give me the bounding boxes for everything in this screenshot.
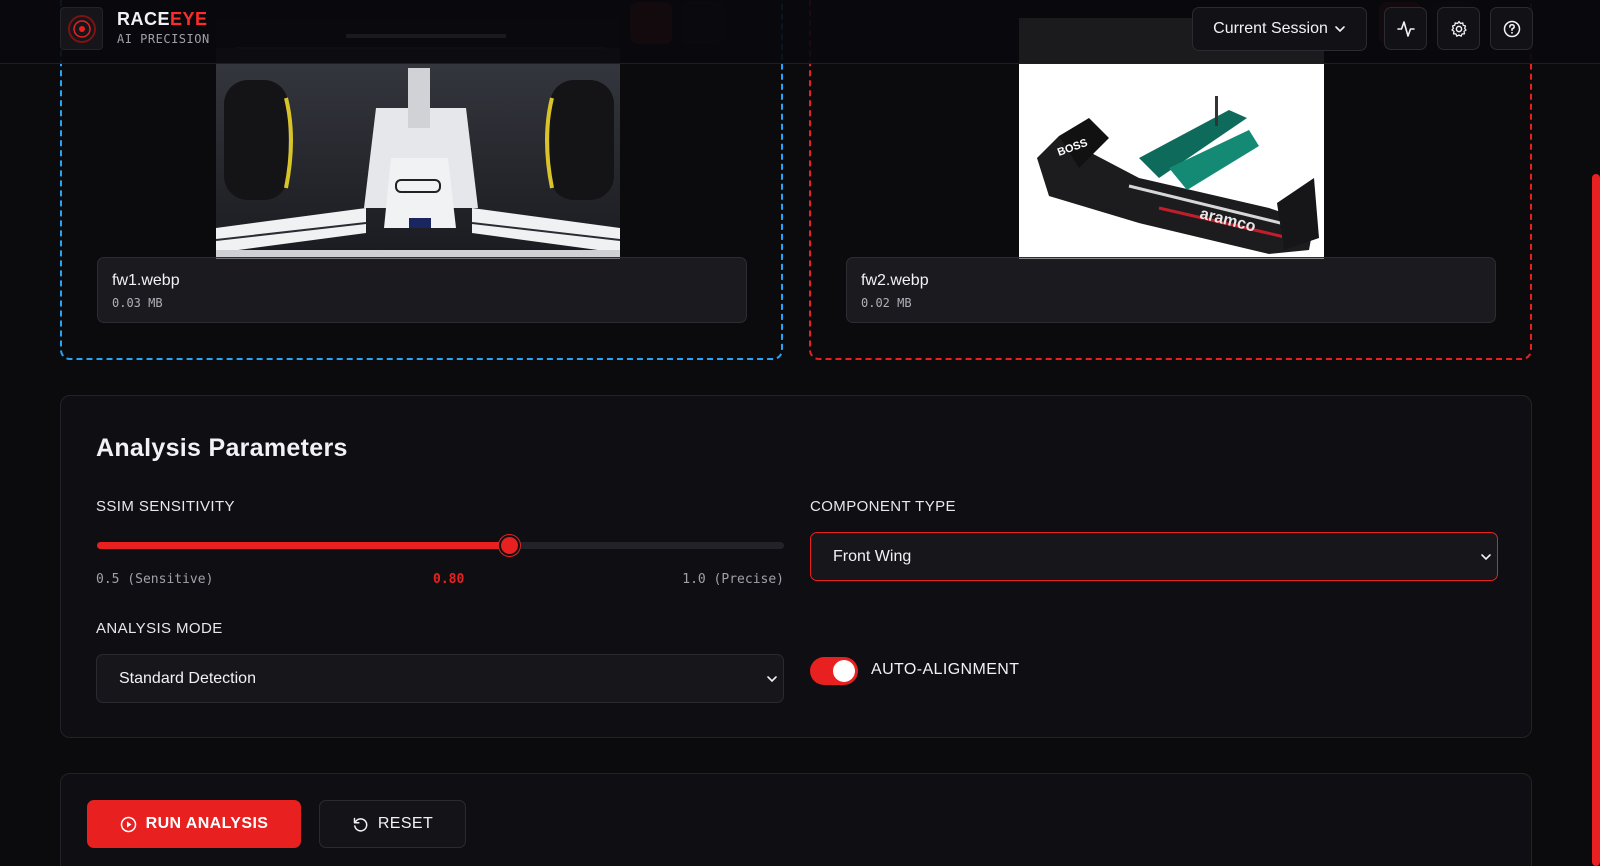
auto-alignment-toggle[interactable]	[810, 657, 858, 685]
panel-title: Analysis Parameters	[96, 434, 348, 462]
slider-thumb[interactable]	[499, 535, 521, 556]
brand-title: RACEEYE	[117, 9, 208, 29]
session-dropdown[interactable]: Current Session	[1192, 7, 1367, 51]
file-size: 0.02 MB	[861, 296, 912, 310]
slider-fill	[97, 542, 510, 549]
chevron-down-icon	[767, 676, 777, 683]
activity-button[interactable]	[1384, 7, 1427, 50]
settings-button[interactable]	[1437, 7, 1480, 50]
auto-alignment-label: AUTO-ALIGNMENT	[871, 661, 1020, 678]
reset-label: RESET	[377, 815, 434, 832]
file-name: fw1.webp	[112, 272, 180, 289]
component-type-select[interactable]: Front Wing	[810, 532, 1498, 581]
slider-value: 0.80	[433, 572, 465, 587]
analysis-mode-select[interactable]: Standard Detection	[96, 654, 784, 703]
ssim-label: SSIM SENSITIVITY	[96, 498, 235, 515]
run-analysis-label: RUN ANALYSIS	[145, 815, 269, 832]
chevron-down-icon	[1335, 26, 1345, 33]
slider-min-label: 0.5 (Sensitive)	[96, 572, 214, 587]
brand: RACEEYE AI PRECISION	[117, 9, 210, 46]
tyre-logo-icon	[67, 14, 96, 43]
analysis-mode-value: Standard Detection	[119, 669, 256, 687]
help-icon	[1503, 20, 1520, 37]
reset-icon	[353, 817, 368, 832]
page-scrollbar[interactable]	[1592, 174, 1600, 866]
brand-logo[interactable]	[60, 7, 103, 50]
file-name: fw2.webp	[861, 272, 929, 289]
play-circle-icon	[120, 816, 136, 832]
analysis-parameters-panel: Analysis Parameters SSIM SENSITIVITY 0.5…	[60, 395, 1532, 738]
toggle-knob	[833, 660, 855, 682]
analysis-mode-label: ANALYSIS MODE	[96, 620, 223, 637]
file-size: 0.03 MB	[112, 296, 163, 310]
component-type-value: Front Wing	[833, 547, 912, 565]
app-header: RACEEYE AI PRECISION Current Session	[0, 0, 1600, 64]
help-button[interactable]	[1490, 7, 1533, 50]
gear-icon	[1450, 20, 1467, 37]
reset-button[interactable]: RESET	[319, 800, 466, 848]
activity-icon	[1396, 20, 1415, 37]
file-info-panel: fw2.webp 0.02 MB	[846, 257, 1496, 323]
session-label: Current Session	[1213, 20, 1328, 37]
chevron-down-icon	[1481, 554, 1491, 561]
component-type-label: COMPONENT TYPE	[810, 498, 956, 515]
actions-panel: RUN ANALYSIS RESET	[60, 773, 1532, 866]
ssim-slider[interactable]	[97, 535, 784, 556]
brand-subtitle: AI PRECISION	[117, 32, 210, 46]
run-analysis-button[interactable]: RUN ANALYSIS	[87, 800, 301, 848]
slider-max-label: 1.0 (Precise)	[682, 572, 784, 587]
file-info-panel: fw1.webp 0.03 MB	[97, 257, 747, 323]
